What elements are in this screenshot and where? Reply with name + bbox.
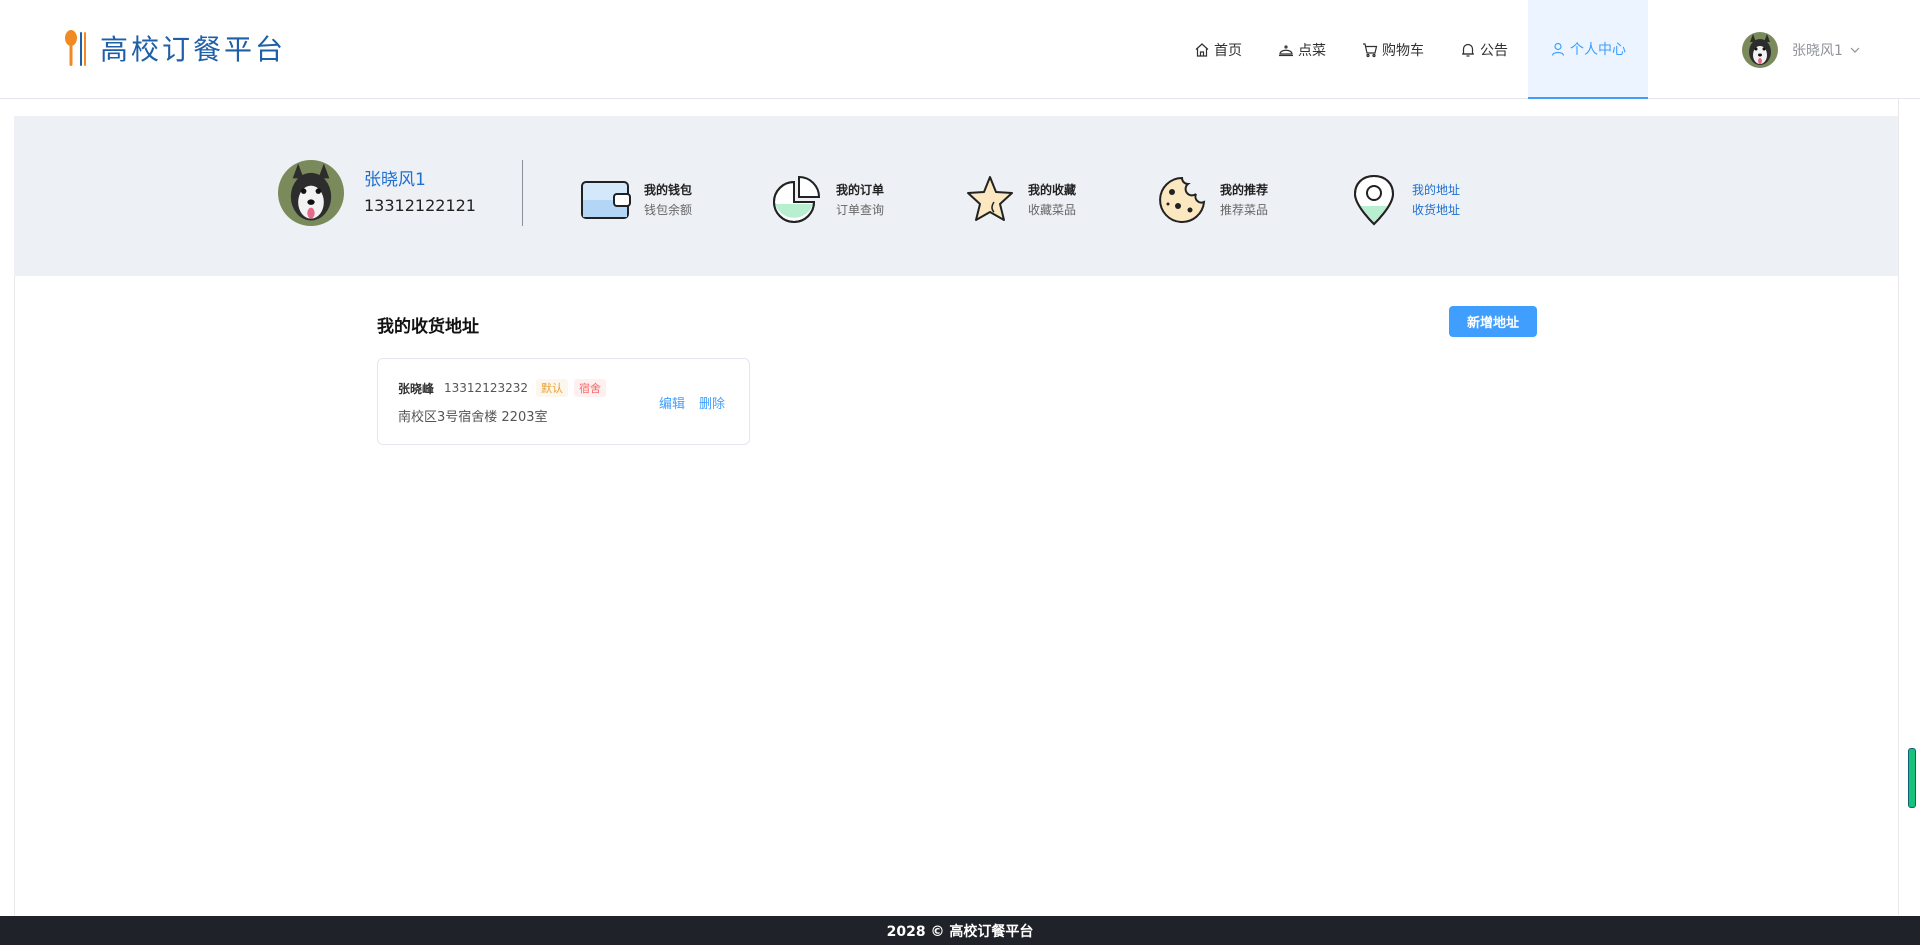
feature-menu: 我的钱包 钱包余额 我的订单 订单查询 我的收藏 收藏菜品 我的推荐 推荐菜品 … [580, 174, 1540, 226]
cart-icon [1363, 42, 1378, 57]
page-title: 我的收货地址 [377, 317, 479, 337]
delete-address-link[interactable]: 删除 [699, 393, 725, 412]
feature-subtitle: 收藏菜品 [1028, 203, 1077, 217]
top-header: 高校订餐平台 首页 点菜 购物车 公告 个人中心 张晓风1 [0, 0, 1920, 99]
husky-avatar-image [278, 160, 344, 226]
feature-favorites[interactable]: 我的收藏 收藏菜品 [964, 174, 1156, 226]
default-badge: 默认 [536, 379, 568, 397]
profile-name: 张晓风1 [364, 170, 426, 190]
address-detail: 南校区3号宿舍楼 2203室 [398, 410, 548, 425]
feature-recommend[interactable]: 我的推荐 推荐菜品 [1156, 174, 1348, 226]
feature-address[interactable]: 我的地址 收货地址 [1348, 174, 1540, 226]
address-actions: 编辑 删除 [659, 393, 739, 412]
nav-label: 购物车 [1382, 42, 1424, 59]
nav-item-personal-center[interactable]: 个人中心 [1528, 0, 1648, 99]
spoon-fork-logo-icon [65, 30, 86, 66]
nav-item-order-food[interactable]: 点菜 [1260, 0, 1344, 99]
feature-orders[interactable]: 我的订单 订单查询 [772, 174, 964, 226]
scroll-handle[interactable] [1908, 748, 1916, 808]
wallet-icon [581, 181, 631, 219]
pie-chart-icon [773, 175, 821, 223]
address-type-badge: 宿舍 [574, 379, 606, 397]
page-footer: 2028 © 高校订餐平台 [0, 916, 1920, 945]
nav-label: 个人中心 [1570, 41, 1626, 58]
feature-subtitle: 钱包余额 [644, 203, 693, 217]
feature-title: 我的订单 [836, 183, 885, 197]
feature-title: 我的地址 [1412, 183, 1461, 197]
profile-band: 张晓风1 13312122121 我的钱包 钱包余额 我的订单 订单查询 我的收… [14, 116, 1898, 276]
edit-address-link[interactable]: 编辑 [659, 393, 685, 412]
recipient-phone: 13312123232 [444, 381, 528, 395]
home-icon [1195, 42, 1209, 57]
chevron-down-icon [1850, 47, 1860, 53]
brand-logo[interactable]: 高校订餐平台 [62, 28, 286, 68]
divider [1898, 99, 1899, 915]
profile-summary: 张晓风1 13312122121 [278, 160, 476, 226]
cookie-icon [1159, 176, 1206, 223]
feature-subtitle: 收货地址 [1412, 203, 1461, 217]
nav-item-cart[interactable]: 购物车 [1344, 0, 1442, 99]
bell-icon [1462, 43, 1474, 57]
nav-label: 公告 [1480, 42, 1508, 59]
nav-item-notice[interactable]: 公告 [1442, 0, 1526, 99]
avatar[interactable] [278, 160, 344, 226]
feature-title: 我的收藏 [1028, 183, 1077, 197]
feature-subtitle: 推荐菜品 [1220, 203, 1269, 217]
profile-phone: 13312122121 [364, 196, 476, 215]
address-header: 张晓峰 13312123232 默认 宿舍 [398, 379, 612, 397]
nav-label: 点菜 [1298, 42, 1326, 59]
avatar [1742, 32, 1778, 68]
husky-avatar-image [1742, 32, 1778, 68]
feature-title: 我的推荐 [1220, 183, 1269, 197]
user-icon [1551, 42, 1565, 56]
nav-label: 首页 [1214, 42, 1242, 59]
user-name: 张晓风1 [1792, 43, 1843, 59]
brand-name: 高校订餐平台 [100, 33, 287, 66]
nav-item-home[interactable]: 首页 [1176, 0, 1260, 99]
feature-title: 我的钱包 [644, 183, 693, 197]
location-pin-icon [1353, 174, 1395, 226]
main-nav: 首页 点菜 购物车 公告 个人中心 [1176, 0, 1648, 99]
recipient-name: 张晓峰 [398, 381, 435, 396]
star-icon [967, 176, 1013, 221]
address-card: 张晓峰 13312123232 默认 宿舍 南校区3号宿舍楼 2203室 编辑 … [377, 358, 750, 445]
divider [14, 276, 15, 916]
user-dropdown[interactable]: 张晓风1 [1742, 32, 1861, 68]
add-address-button[interactable]: 新增地址 [1449, 306, 1537, 337]
divider [522, 160, 523, 226]
feature-subtitle: 订单查询 [836, 203, 885, 217]
feature-wallet[interactable]: 我的钱包 钱包余额 [580, 174, 772, 226]
dish-cover-icon [1279, 44, 1293, 56]
